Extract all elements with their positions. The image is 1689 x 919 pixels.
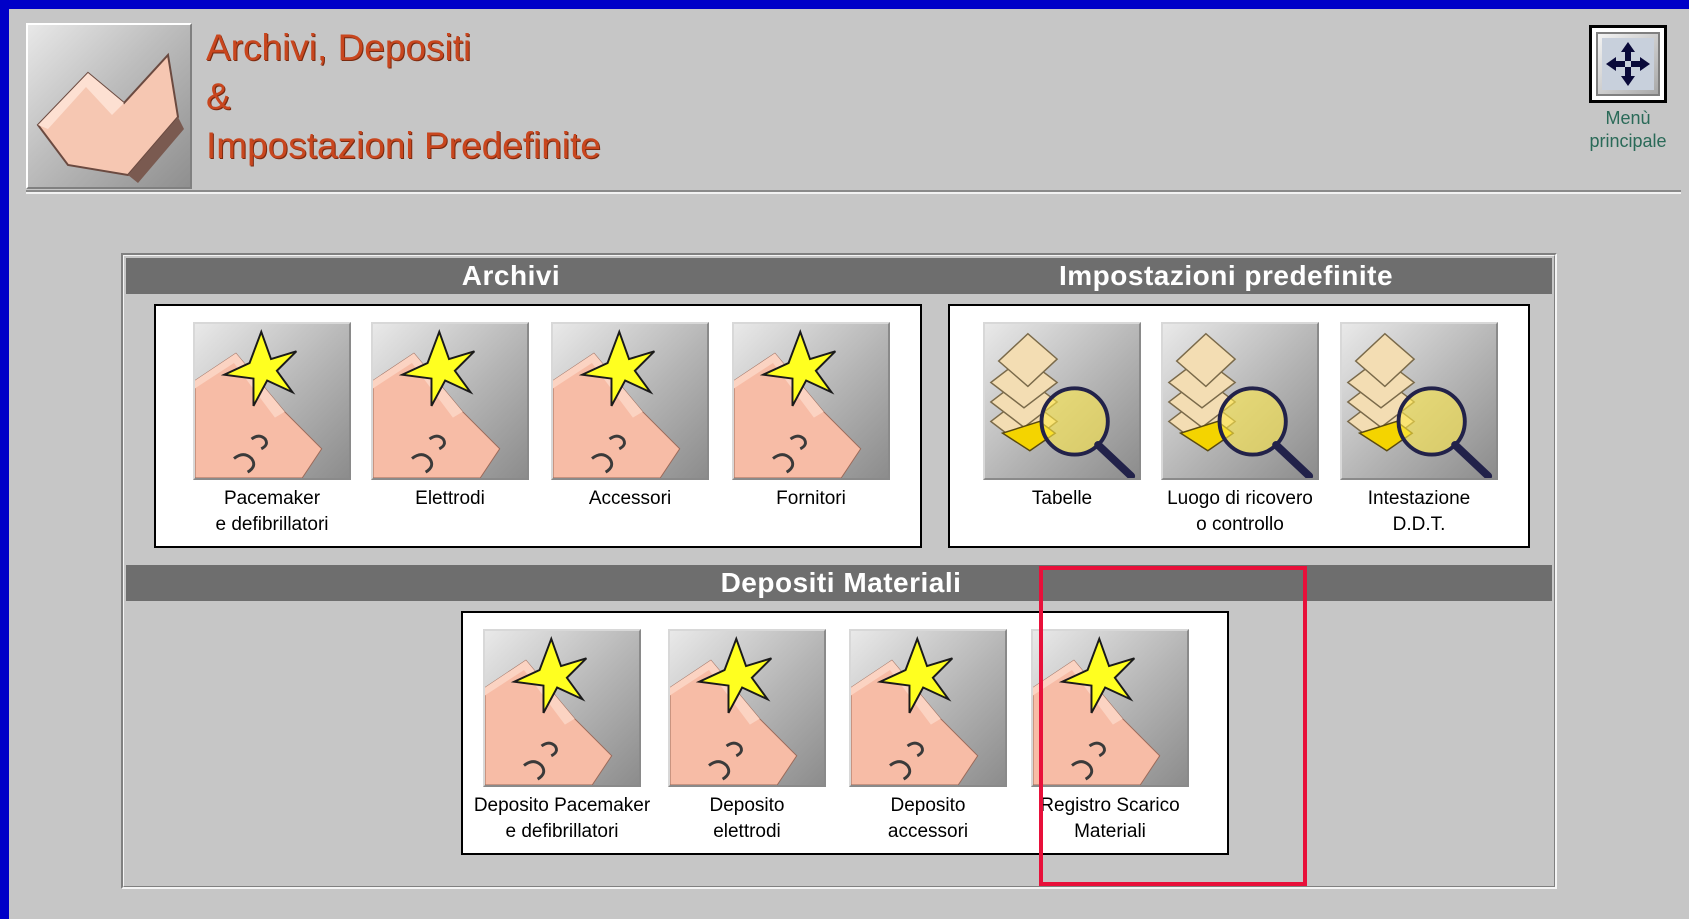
tile-deposito-elettrodi[interactable]: Deposito elettrodi [658, 629, 836, 845]
tile-label: Pacemaker e defibrillatori [215, 488, 329, 535]
tile-label: Tabelle [1031, 488, 1093, 509]
folder-star-icon[interactable] [668, 629, 826, 787]
tile-intestazione-ddt[interactable]: Intestazione D.D.T. [1330, 322, 1508, 538]
page-title-line-3: Impostazioni Predefinite [206, 125, 601, 166]
documents-magnifier-icon[interactable] [1161, 322, 1319, 480]
tile-label: Fornitori [776, 488, 846, 509]
documents-magnifier-icon[interactable] [1340, 322, 1498, 480]
page-title: Archivi, Depositi & Impostazioni Predefi… [206, 23, 601, 170]
section-title-archivi: Archivi [461, 260, 561, 291]
main-menu-label-line-2: principale [1589, 131, 1667, 151]
folder-star-icon[interactable] [551, 322, 709, 480]
folder-star-icon[interactable] [732, 322, 890, 480]
folder-star-icon[interactable] [371, 322, 529, 480]
page-title-line-1: Archivi, Depositi [206, 27, 472, 68]
folder-icon [26, 23, 192, 189]
tile-label: Deposito Pacemaker e defibrillatori [473, 795, 651, 842]
page-title-line-2: & [206, 76, 231, 117]
main-menu-button[interactable]: Menù principale [1583, 25, 1673, 153]
tile-label: Accessori [588, 488, 672, 509]
tile-tabelle[interactable]: Tabelle [973, 322, 1151, 512]
tile-luogo-ricovero[interactable]: Luogo di ricovero o controllo [1151, 322, 1329, 538]
documents-magnifier-icon[interactable] [983, 322, 1141, 480]
navigation-panel: Archivi Impostazioni predefinite Pacemak… [121, 253, 1557, 889]
tile-elettrodi[interactable]: Elettrodi [361, 322, 539, 512]
folder-star-icon[interactable] [849, 629, 1007, 787]
tile-label: Deposito accessori [887, 795, 969, 842]
impostazioni-group: Tabelle Luogo di ricovero o controllo In… [948, 304, 1530, 548]
tile-label: Luogo di ricovero o controllo [1167, 488, 1313, 535]
section-band-top: Archivi Impostazioni predefinite [126, 258, 1552, 294]
depositi-group: Deposito Pacemaker e defibrillatori Depo… [461, 611, 1229, 855]
tile-accessori[interactable]: Accessori [541, 322, 719, 512]
main-menu-label: Menù principale [1583, 107, 1673, 153]
archivi-group: Pacemaker e defibrillatori Elettrodi Acc… [154, 304, 922, 548]
tile-deposito-accessori[interactable]: Deposito accessori [839, 629, 1017, 845]
tile-pacemaker-defibrillatori[interactable]: Pacemaker e defibrillatori [183, 322, 361, 538]
tile-registro-scarico[interactable]: Registro Scarico Materiali [1021, 629, 1199, 845]
folder-star-icon[interactable] [1031, 629, 1189, 787]
section-title-impostazioni: Impostazioni predefinite [1058, 260, 1394, 291]
tile-label: Deposito elettrodi [709, 795, 785, 842]
app-window: Archivi, Depositi & Impostazioni Predefi… [9, 9, 1689, 919]
folder-star-icon[interactable] [483, 629, 641, 787]
header-divider [26, 190, 1681, 194]
tile-deposito-pacemaker[interactable]: Deposito Pacemaker e defibrillatori [463, 629, 661, 845]
tile-label: Intestazione D.D.T. [1367, 488, 1471, 535]
section-band-depositi: Depositi Materiali [126, 565, 1552, 601]
move-arrows-icon[interactable] [1589, 25, 1667, 103]
section-title-depositi: Depositi Materiali [720, 567, 962, 598]
tile-label: Elettrodi [415, 488, 485, 509]
main-menu-label-line-1: Menù [1605, 108, 1651, 128]
tile-label: Registro Scarico Materiali [1040, 795, 1180, 842]
folder-star-icon[interactable] [193, 322, 351, 480]
tile-fornitori[interactable]: Fornitori [722, 322, 900, 512]
